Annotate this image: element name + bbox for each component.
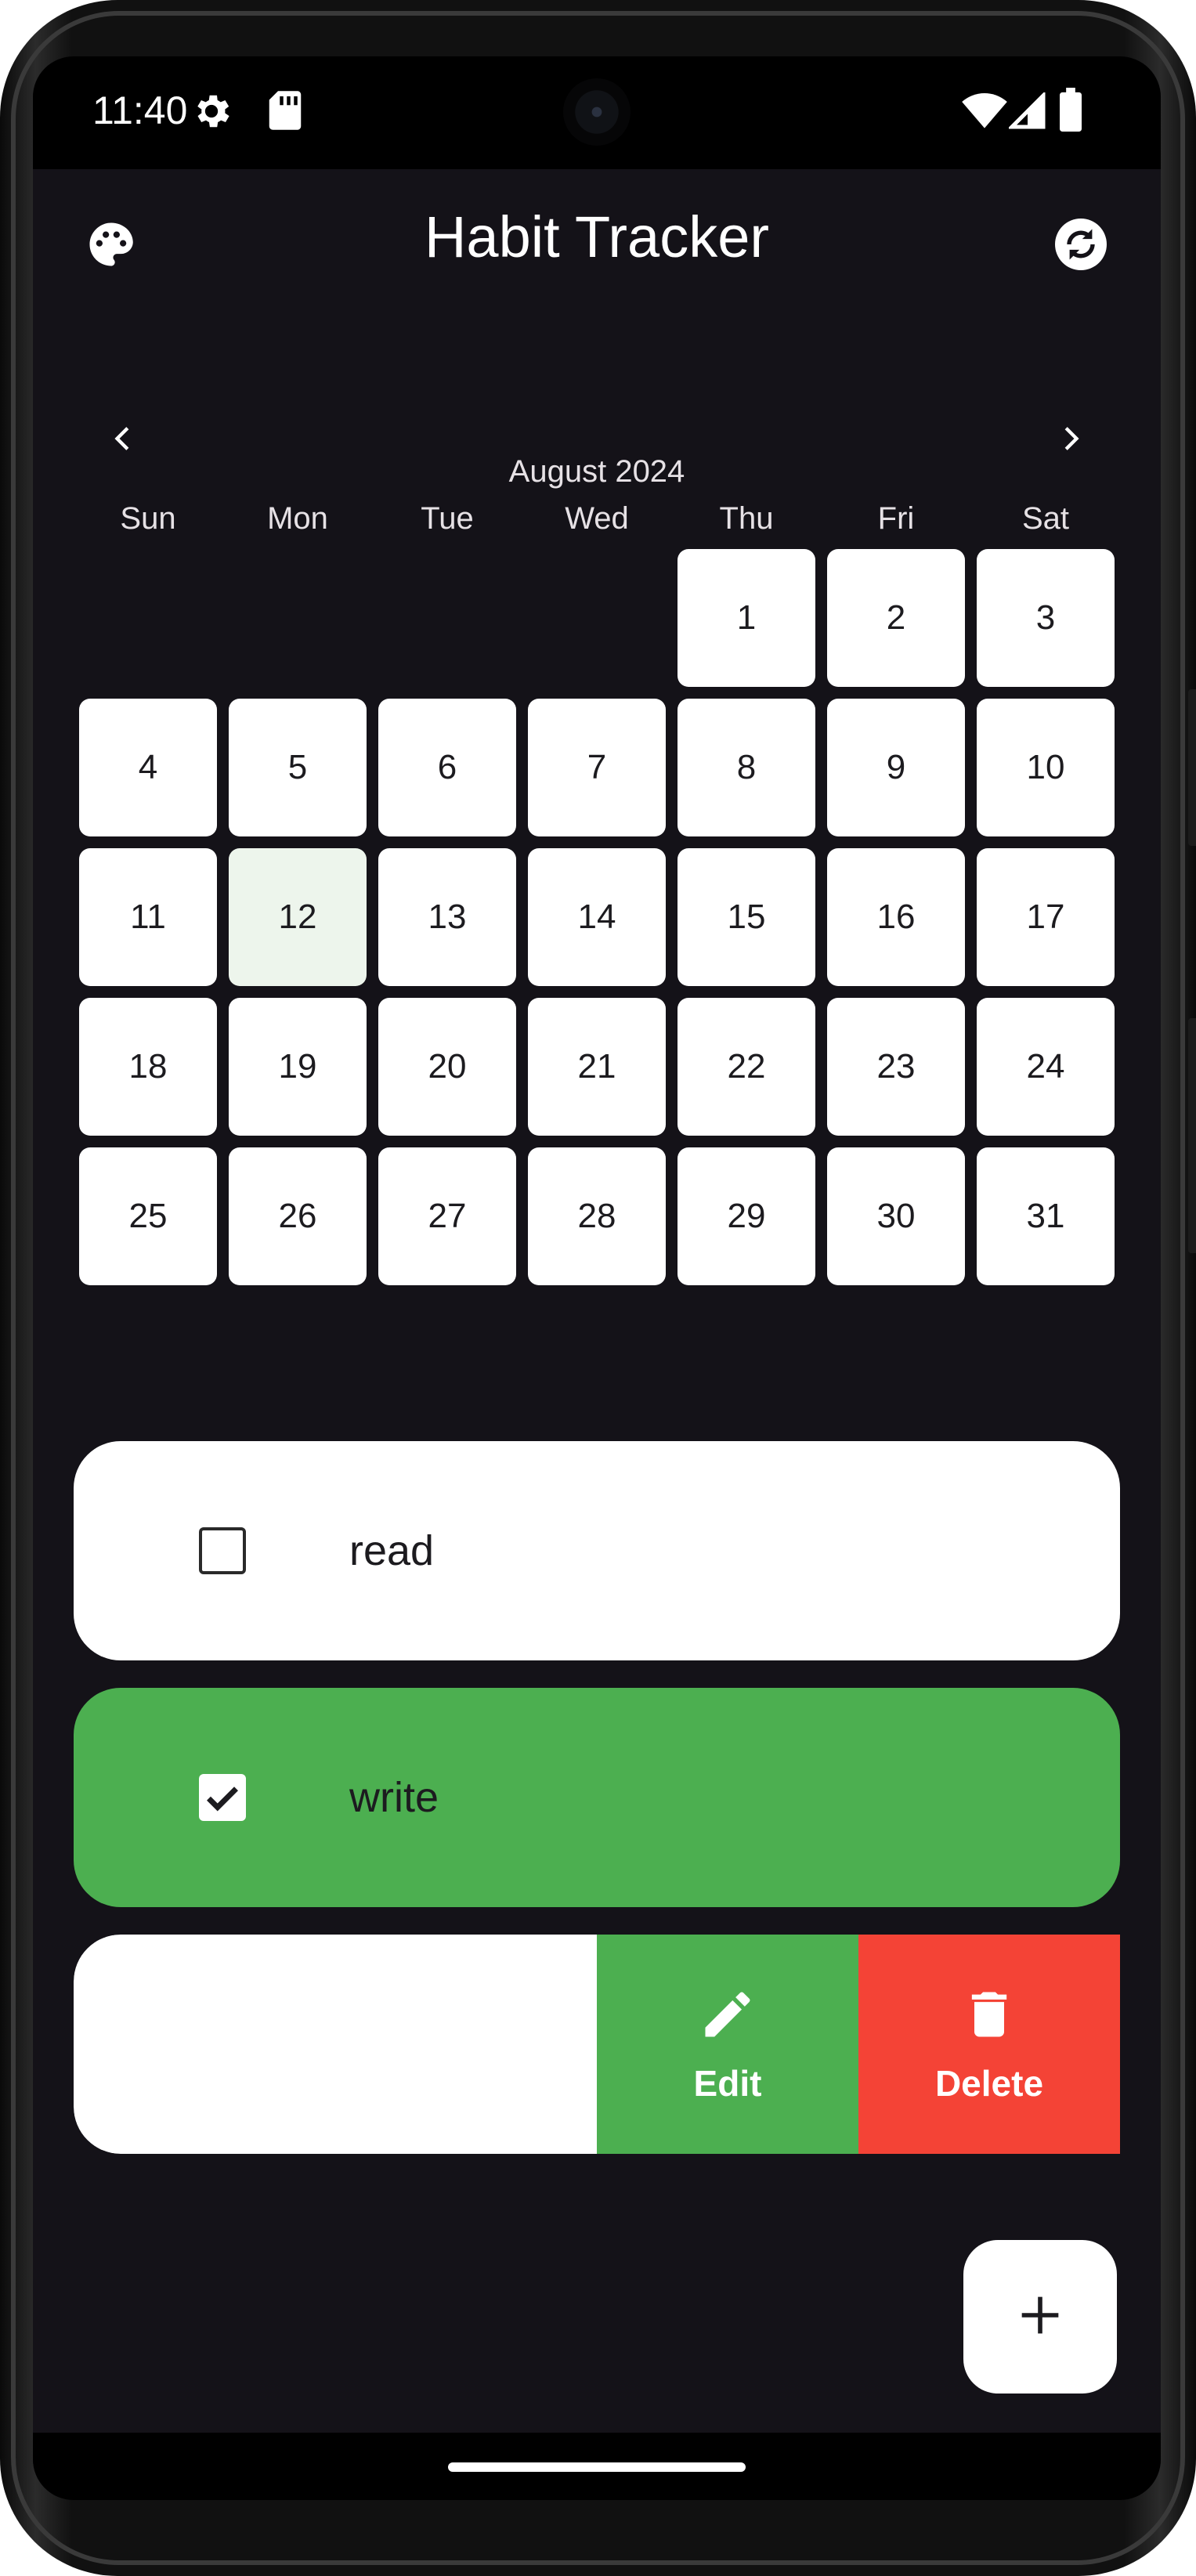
add-habit-fab[interactable]	[963, 2240, 1117, 2394]
calendar-day[interactable]: 14	[528, 848, 666, 986]
settings-gear-icon	[190, 89, 233, 137]
calendar-day[interactable]: 5	[229, 699, 367, 836]
calendar-day[interactable]: 3	[977, 549, 1115, 687]
month-label: August 2024	[508, 454, 685, 489]
front-camera	[563, 78, 631, 146]
calendar-day[interactable]: 11	[79, 848, 217, 986]
calendar-day[interactable]: 19	[229, 998, 367, 1136]
habit-checkbox[interactable]	[199, 1527, 246, 1574]
calendar-day[interactable]: 31	[977, 1147, 1115, 1285]
calendar-day[interactable]: 16	[827, 848, 965, 986]
calendar-day[interactable]: 8	[677, 699, 815, 836]
status-bar: 11:40	[33, 56, 1161, 169]
app-screen: 11:40 Habit Tracker August 2024 Sun Mon …	[33, 56, 1161, 2500]
calendar-day[interactable]: 21	[528, 998, 666, 1136]
sd-card-icon	[266, 89, 304, 135]
weekday-label: Sat	[1021, 501, 1070, 536]
calendar-day[interactable]: 4	[79, 699, 217, 836]
chevron-right-icon	[1055, 423, 1086, 458]
weekday-label: Thu	[719, 501, 774, 536]
weekday-label: Wed	[565, 501, 629, 536]
calendar-day-today[interactable]: 12	[229, 848, 367, 986]
calendar-day[interactable]: 6	[378, 699, 516, 836]
pencil-icon	[698, 1985, 757, 2048]
edit-action-button[interactable]: Edit	[597, 1935, 858, 2154]
volume-button	[1188, 1018, 1196, 1253]
system-nav-bar	[33, 2433, 1161, 2500]
delete-label: Delete	[934, 2062, 1044, 2104]
weekday-label: Tue	[421, 501, 474, 536]
trash-icon	[959, 1985, 1019, 2048]
calendar-day[interactable]: 17	[977, 848, 1115, 986]
power-button	[1188, 689, 1196, 846]
calendar-day[interactable]: 27	[378, 1147, 516, 1285]
wifi-icon	[962, 92, 1007, 134]
edit-label: Edit	[693, 2062, 762, 2104]
habit-item-write[interactable]: write	[74, 1688, 1120, 1907]
calendar-day[interactable]: 23	[827, 998, 965, 1136]
calendar-day[interactable]: 2	[827, 549, 965, 687]
calendar-day[interactable]: 1	[677, 549, 815, 687]
calendar-day[interactable]: 7	[528, 699, 666, 836]
calendar-day[interactable]: 30	[827, 1147, 965, 1285]
calendar-day[interactable]: 18	[79, 998, 217, 1136]
habit-item-read[interactable]: read	[74, 1441, 1120, 1660]
home-gesture-handle[interactable]	[448, 2462, 746, 2472]
calendar-day[interactable]: 29	[677, 1147, 815, 1285]
habit-name: write	[349, 1774, 439, 1821]
habit-checkbox-checked[interactable]	[199, 1774, 246, 1821]
habit-name: read	[349, 1527, 435, 1574]
chevron-left-icon	[107, 423, 139, 458]
calendar-day[interactable]: 9	[827, 699, 965, 836]
phone-frame: 11:40 Habit Tracker August 2024 Sun Mon …	[0, 0, 1196, 2576]
calendar-day[interactable]: 22	[677, 998, 815, 1136]
calendar-day[interactable]: 28	[528, 1147, 666, 1285]
sync-button[interactable]	[1034, 199, 1128, 293]
weekday-label: Sun	[120, 501, 176, 536]
habit-item-swiped[interactable]: Edit Delete	[74, 1935, 1120, 2154]
battery-icon	[1059, 88, 1082, 135]
status-time: 11:40	[92, 89, 188, 132]
weekday-label: Fri	[877, 501, 915, 536]
app-title: Habit Tracker	[424, 204, 770, 269]
calendar-day[interactable]: 13	[378, 848, 516, 986]
calendar-day[interactable]: 24	[977, 998, 1115, 1136]
weekday-label: Mon	[267, 501, 328, 536]
plus-icon	[1018, 2293, 1062, 2341]
next-month-button[interactable]	[1024, 393, 1118, 487]
calendar-day[interactable]: 15	[677, 848, 815, 986]
sync-icon	[1053, 216, 1109, 276]
cell-signal-icon	[1006, 90, 1046, 134]
calendar-day[interactable]: 20	[378, 998, 516, 1136]
delete-action-button[interactable]: Delete	[858, 1935, 1120, 2154]
checkmark-icon	[207, 1787, 238, 1812]
calendar-day[interactable]: 25	[79, 1147, 217, 1285]
swiped-habit-card[interactable]	[74, 1935, 597, 2154]
calendar-day[interactable]: 10	[977, 699, 1115, 836]
calendar-day[interactable]: 26	[229, 1147, 367, 1285]
